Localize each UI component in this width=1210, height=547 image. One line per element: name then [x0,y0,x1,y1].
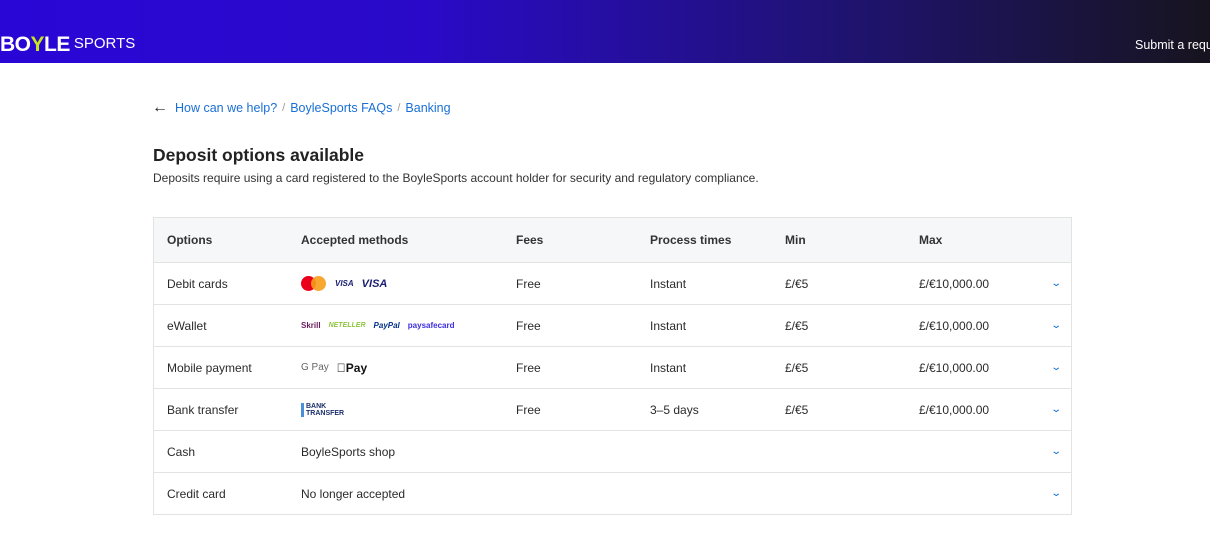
deposit-options-table: Options Accepted methods Fees Process ti… [153,217,1072,515]
table-header: Options Accepted methods Fees Process ti… [154,218,1071,262]
apple-pay-label: Pay [336,360,367,375]
accepted-methods: G Pay Pay [301,361,367,375]
min-amount: £/€5 [785,402,809,417]
logo-text: LE [44,33,70,56]
chevron-down-icon[interactable]: ⌄ [1050,404,1062,415]
chevron-down-icon[interactable]: ⌄ [1050,320,1062,331]
chevron-down-icon[interactable]: ⌄ [1050,278,1062,289]
process-time: Instant [650,318,687,333]
column-header: Accepted methods [301,233,409,247]
chevron-down-icon[interactable]: ⌄ [1050,362,1062,373]
submit-request-link[interactable]: Submit a request [1135,38,1210,52]
table-row[interactable]: Mobile payment G Pay Pay Free Instant £/… [154,346,1071,388]
process-time: Instant [650,360,687,375]
column-header: Min [785,233,806,247]
google-pay-icon: G Pay [301,362,329,373]
bank-transfer-icon: BANK TRANSFER [301,402,344,417]
option-name: Credit card [167,486,226,501]
accepted-methods: VISA VISA [301,276,387,291]
breadcrumb: ← How can we help? / BoyleSports FAQs / … [152,100,451,116]
max-amount: £/€10,000.00 [919,318,990,333]
apple-pay-icon: Pay [337,361,367,375]
fees: Free [516,360,541,375]
back-arrow-icon[interactable]: ← [152,100,168,116]
neteller-icon: NETELLER [328,322,366,329]
column-header: Process times [650,233,732,247]
chevron-down-icon[interactable]: ⌄ [1050,446,1062,457]
method-text: No longer accepted [301,486,406,501]
logo-text: SPORTS [73,35,136,52]
option-name: Bank transfer [167,402,239,417]
column-header: Options [167,233,213,247]
paypal-icon: PayPal [373,321,400,330]
mastercard-icon [301,276,327,291]
breadcrumb-faqs[interactable]: BoyleSports FAQs [290,101,392,115]
column-header: Fees [516,233,544,247]
breadcrumb-banking[interactable]: Banking [405,101,450,115]
option-name: Cash [167,444,196,459]
table-row[interactable]: Credit card No longer accepted ⌄ [154,472,1071,514]
paysafecard-icon: paysafecard [407,321,455,330]
table-row[interactable]: Cash BoyleSports shop ⌄ [154,430,1071,472]
option-name: Debit cards [167,276,228,291]
chevron-down-icon[interactable]: ⌄ [1050,488,1062,499]
accepted-methods: BANK TRANSFER [301,402,344,417]
table-row[interactable]: Bank transfer BANK TRANSFER Free 3–5 day… [154,388,1071,430]
fees: Free [516,276,541,291]
breadcrumb-separator: / [282,102,286,114]
logo-text: Y [30,33,45,56]
table-row[interactable]: eWallet Skrill NETELLER PayPal paysafecard … [154,304,1071,346]
max-amount: £/€10,000.00 [919,276,990,291]
method-text: BoyleSports shop [301,444,396,459]
accepted-methods: No longer accepted [301,487,405,501]
accepted-methods: Skrill NETELLER PayPal paysafecard [301,321,454,330]
boylesports-logo[interactable]: BO Y LE SPORTS [0,33,135,57]
max-amount: £/€10,000.00 [919,402,990,417]
option-name: Mobile payment [167,360,252,375]
logo-text: BO [0,33,31,56]
fees: Free [516,318,541,333]
accepted-methods: BoyleSports shop [301,445,395,459]
max-amount: £/€10,000.00 [919,360,990,375]
min-amount: £/€5 [785,276,809,291]
process-time: Instant [650,276,687,291]
page-title: Deposit options available [153,145,365,165]
visa-debit-icon: VISA [335,279,354,288]
process-time: 3–5 days [650,402,699,417]
column-header: Max [919,233,943,247]
breadcrumb-help[interactable]: How can we help? [175,101,277,115]
site-header: BOYLESPORTS Submit a request [0,0,1210,63]
option-name: eWallet [167,318,207,333]
skrill-icon: Skrill [301,321,321,330]
breadcrumb-separator: / [397,102,401,114]
min-amount: £/€5 [785,360,809,375]
visa-icon: VISA [361,277,388,290]
page-subtitle: Deposits require using a card registered… [153,171,759,185]
fees: Free [516,402,541,417]
table-row[interactable]: Debit cards VISA VISA Free Instant £/€5 £… [154,262,1071,304]
min-amount: £/€5 [785,318,809,333]
